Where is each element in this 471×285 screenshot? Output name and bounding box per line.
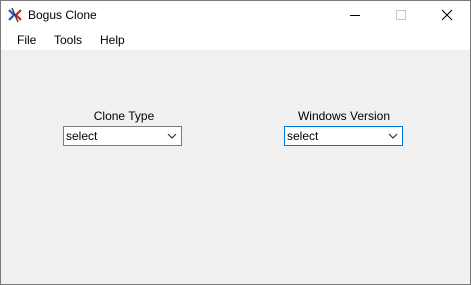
close-button[interactable] <box>424 1 470 29</box>
minimize-button[interactable] <box>332 1 378 29</box>
close-icon <box>441 9 453 21</box>
windows-version-select[interactable]: select <box>284 126 403 146</box>
chevron-down-icon[interactable] <box>167 132 177 140</box>
menu-bar: File Tools Help <box>1 29 470 50</box>
chevron-down-icon[interactable] <box>388 132 398 140</box>
clone-type-select[interactable]: select <box>63 126 182 146</box>
title-bar[interactable]: Bogus Clone <box>1 1 470 29</box>
app-window: Bogus Clone File Tools Help Clone Type s… <box>0 0 471 285</box>
maximize-icon <box>396 10 406 20</box>
windows-version-value: select <box>287 129 319 143</box>
app-icon <box>7 7 23 23</box>
maximize-button[interactable] <box>378 1 424 29</box>
clone-type-value: select <box>66 129 98 143</box>
windows-version-label: Windows Version <box>297 109 391 123</box>
clone-type-label: Clone Type <box>93 109 155 123</box>
menu-file[interactable]: File <box>15 32 38 48</box>
menu-tools[interactable]: Tools <box>52 32 84 48</box>
minimize-icon <box>350 15 360 16</box>
menu-help[interactable]: Help <box>98 32 127 48</box>
window-title: Bogus Clone <box>28 8 97 22</box>
